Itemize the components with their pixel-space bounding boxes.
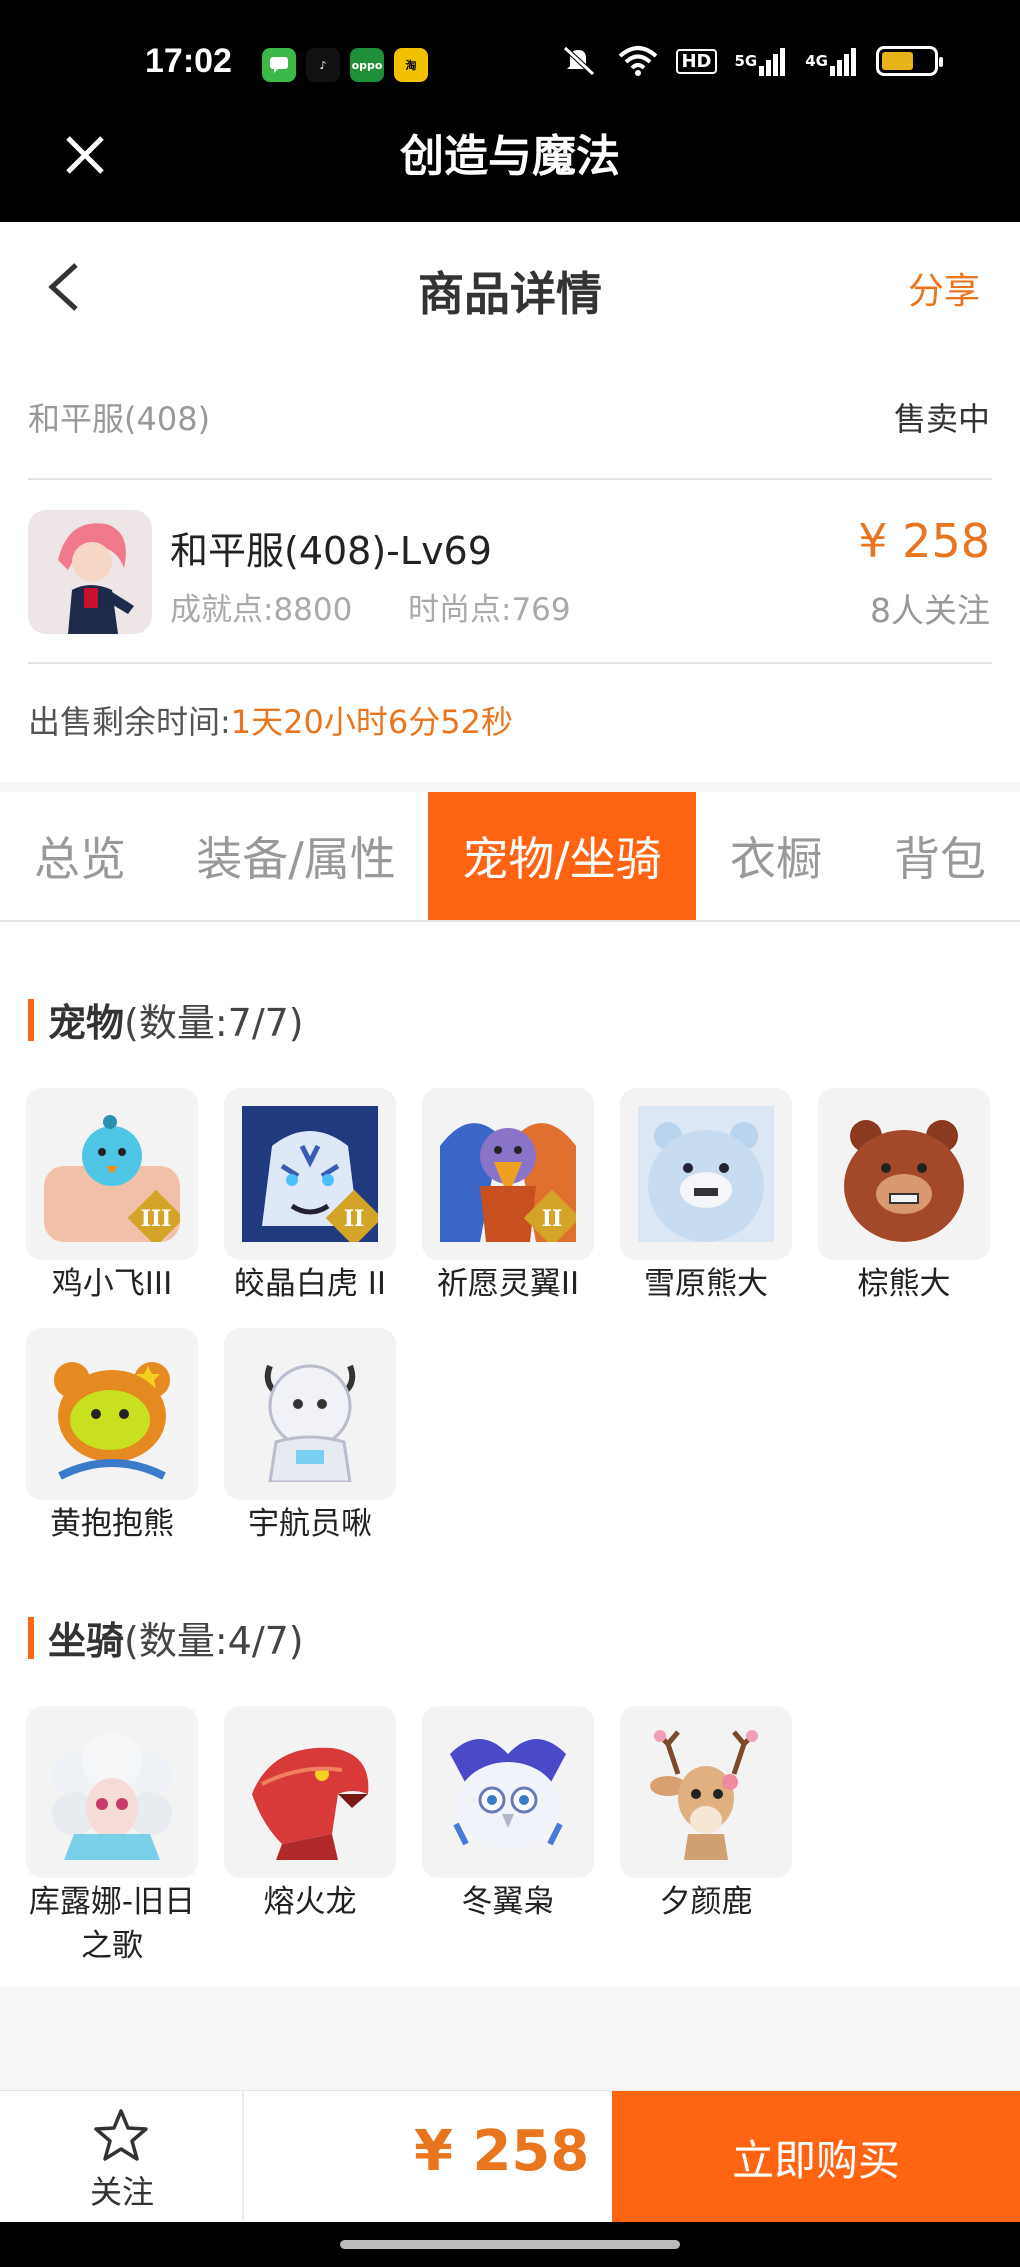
pet-name: 鸡小飞III bbox=[51, 1266, 173, 1302]
mount-item[interactable]: 库露娜-旧日之歌 bbox=[26, 1706, 198, 1968]
pet-item[interactable]: 黄抱抱熊 bbox=[26, 1328, 198, 1546]
app-title-bar: 创造与魔法 bbox=[0, 100, 1020, 222]
status-time: 17:02 bbox=[145, 42, 232, 80]
notification-app-icons: ♪ oppo 淘 bbox=[262, 48, 428, 82]
deer-mount-icon bbox=[620, 1706, 792, 1878]
sheep-girl-mount-icon bbox=[26, 1706, 198, 1878]
mute-icon bbox=[560, 44, 600, 78]
tab-pets-mounts[interactable]: 宠物/坐骑 bbox=[428, 792, 696, 920]
follow-label: 关注 bbox=[89, 2173, 154, 2211]
badge-label: II bbox=[344, 1206, 365, 1232]
pets-mounts-panel: 宠物 (数量:7/7) III 鸡小飞III II 皎晶白虎 II II 祈愿灵… bbox=[0, 922, 1020, 1987]
share-button[interactable]: 分享 bbox=[908, 262, 980, 314]
mount-name: 库露娜-旧日之歌 bbox=[28, 1884, 196, 1964]
remaining-time-label: 出售剩余时间: bbox=[28, 703, 231, 741]
hd-icon: HD bbox=[676, 44, 717, 78]
astronaut-pet-icon bbox=[224, 1328, 396, 1500]
mount-name: 夕颜鹿 bbox=[659, 1884, 753, 1920]
achievement-points: 成就点:8800 bbox=[170, 592, 353, 628]
listing-info-card: 和平服(408) 售卖中 和平服(408)-Lv69 成就点:8800 时尚点:… bbox=[0, 352, 1020, 782]
net1-label: 5G bbox=[734, 52, 758, 70]
character-avatar bbox=[28, 510, 152, 634]
fashion-points: 时尚点:769 bbox=[408, 592, 571, 628]
pet-name: 棕熊大 bbox=[857, 1266, 951, 1302]
hd-label: HD bbox=[676, 48, 717, 74]
mounts-section-title: 坐骑 (数量:4/7) bbox=[28, 1610, 304, 1665]
wifi-icon bbox=[618, 44, 658, 78]
mount-name: 冬翼枭 bbox=[461, 1884, 555, 1920]
lava-dragon-mount-icon bbox=[224, 1706, 396, 1878]
sale-status: 售卖中 bbox=[893, 400, 990, 438]
tab-backpack[interactable]: 背包 bbox=[870, 792, 1010, 920]
griffin-pet-icon: II bbox=[422, 1088, 594, 1260]
pet-item[interactable]: II 祈愿灵翼II bbox=[422, 1088, 594, 1306]
signal-4g-icon: 4G bbox=[805, 44, 858, 78]
pets-title: 宠物 bbox=[48, 1001, 125, 1045]
mount-item[interactable]: 夕颜鹿 bbox=[620, 1706, 792, 1924]
pet-item[interactable]: 宇航员啾 bbox=[224, 1328, 396, 1546]
tiktok-app-icon: ♪ bbox=[306, 48, 340, 82]
pet-name: 黄抱抱熊 bbox=[50, 1506, 174, 1542]
tab-wardrobe[interactable]: 衣橱 bbox=[706, 792, 846, 920]
pets-section-title: 宠物 (数量:7/7) bbox=[28, 992, 304, 1047]
tab-overview[interactable]: 总览 bbox=[10, 792, 150, 920]
tab-equipment[interactable]: 装备/属性 bbox=[178, 792, 414, 920]
white-tiger-pet-icon: II bbox=[224, 1088, 396, 1260]
yellow-hug-bear-pet-icon bbox=[26, 1328, 198, 1500]
buy-now-button[interactable]: 立即购买 bbox=[612, 2091, 1020, 2223]
star-icon bbox=[94, 2109, 148, 2161]
divider bbox=[28, 478, 992, 480]
follower-count: 8人关注 bbox=[870, 591, 990, 630]
server-name: 和平服(408) bbox=[28, 400, 211, 438]
page-title: 商品详情 bbox=[418, 267, 602, 321]
pet-item[interactable]: III 鸡小飞III bbox=[26, 1088, 198, 1306]
system-nav-bar bbox=[0, 2222, 1020, 2267]
bottom-price: ¥ 258 bbox=[414, 2119, 590, 2184]
app-title: 创造与魔法 bbox=[400, 131, 620, 182]
follow-button[interactable]: 关注 bbox=[0, 2091, 244, 2223]
pet-name: 雪原熊大 bbox=[644, 1266, 768, 1302]
role-name: 和平服(408)-Lv69 bbox=[170, 529, 492, 573]
net2-label: 4G bbox=[805, 52, 828, 70]
mount-name: 熔火龙 bbox=[263, 1884, 357, 1920]
pet-name: 宇航员啾 bbox=[248, 1506, 372, 1542]
winter-owl-mount-icon bbox=[422, 1706, 594, 1878]
pet-item[interactable]: II 皎晶白虎 II bbox=[224, 1088, 396, 1306]
remaining-time-value: 1天20小时6分52秒 bbox=[230, 703, 513, 741]
badge-label: III bbox=[141, 1206, 172, 1232]
system-indicators: HD 5G 4G bbox=[560, 44, 943, 78]
home-gesture-pill[interactable] bbox=[340, 2240, 680, 2249]
mount-item[interactable]: 冬翼枭 bbox=[422, 1706, 594, 1924]
oppo-app-icon: oppo bbox=[350, 48, 384, 82]
divider bbox=[28, 662, 992, 664]
mounts-title: 坐骑 bbox=[48, 1619, 125, 1663]
chick-pet-icon: III bbox=[26, 1088, 198, 1260]
section-accent-bar bbox=[28, 1616, 34, 1659]
pets-count: (数量:7/7) bbox=[124, 1001, 304, 1045]
mounts-count: (数量:4/7) bbox=[124, 1619, 304, 1663]
pet-item[interactable]: 棕熊大 bbox=[818, 1088, 990, 1306]
pet-item[interactable]: 雪原熊大 bbox=[620, 1088, 792, 1306]
taobao-app-icon: 淘 bbox=[394, 48, 428, 82]
bottom-action-bar: 关注 ¥ 258 立即购买 bbox=[0, 2090, 1020, 2223]
snow-bear-pet-icon bbox=[620, 1088, 792, 1260]
pet-name: 皎晶白虎 II bbox=[233, 1266, 387, 1302]
section-accent-bar bbox=[28, 998, 34, 1041]
battery-level bbox=[882, 52, 913, 70]
badge-label: II bbox=[542, 1206, 563, 1232]
detail-tabs: 总览 装备/属性 宠物/坐骑 衣橱 背包 bbox=[0, 792, 1020, 922]
remaining-time: 出售剩余时间:1天20小时6分52秒 bbox=[28, 697, 513, 743]
page-header: 商品详情 分享 bbox=[0, 222, 1020, 352]
pet-name: 祈愿灵翼II bbox=[436, 1266, 580, 1302]
listing-price: ¥ 258 bbox=[858, 514, 990, 568]
mount-item[interactable]: 熔火龙 bbox=[224, 1706, 396, 1924]
battery-icon bbox=[876, 46, 943, 76]
brown-bear-pet-icon bbox=[818, 1088, 990, 1260]
signal-5g-icon: 5G bbox=[735, 44, 788, 78]
messages-app-icon bbox=[262, 48, 296, 82]
